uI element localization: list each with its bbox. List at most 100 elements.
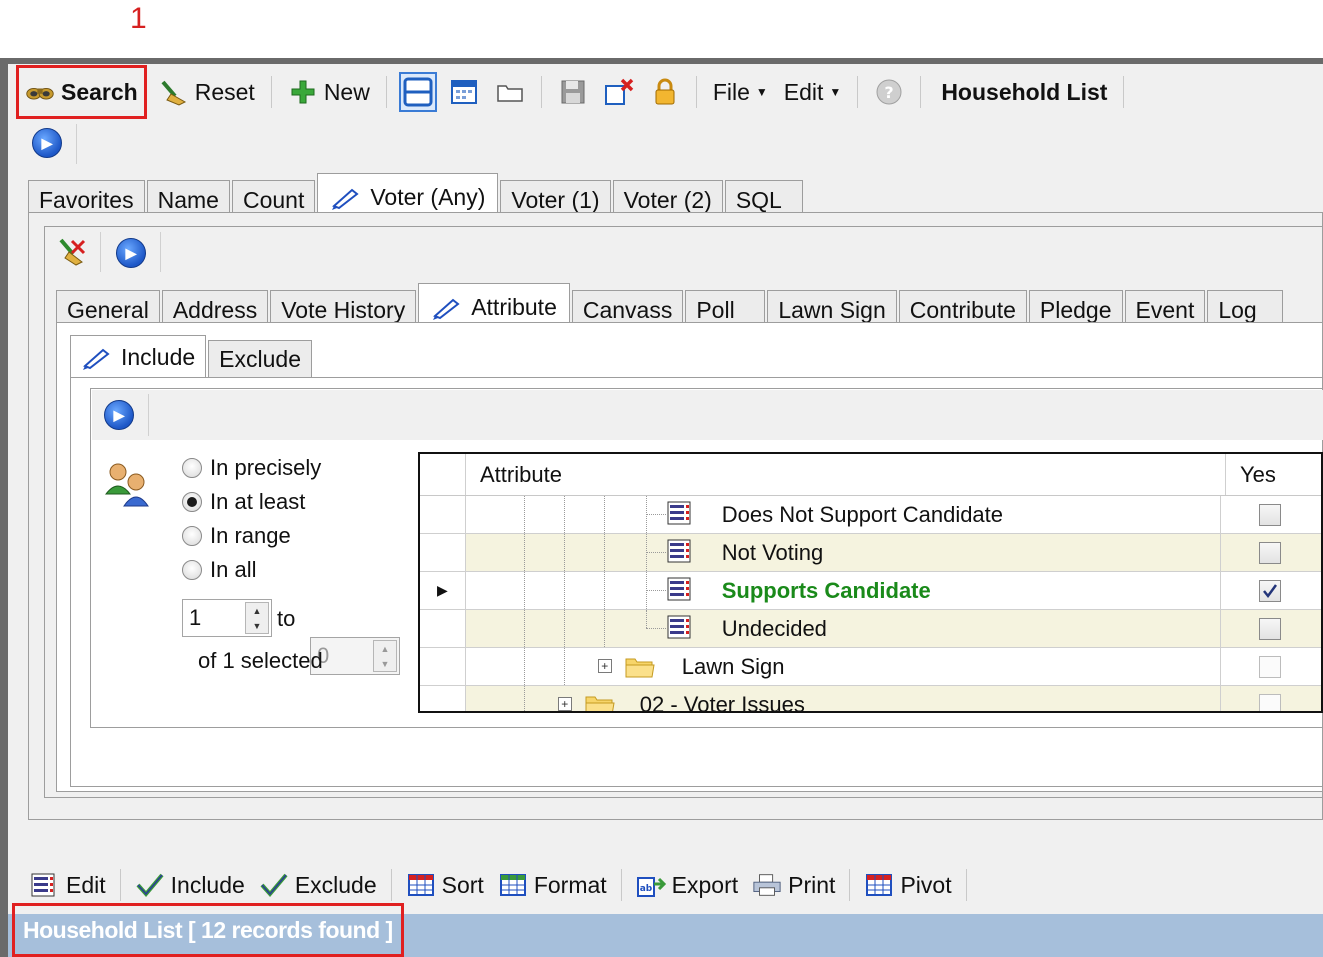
yes-checkbox[interactable] [1259,693,1282,711]
run-subquery-button[interactable]: ▶ [116,238,146,268]
radio-label: In at least [210,489,306,514]
radio-button[interactable] [182,526,202,546]
down-arrow-icon[interactable]: ▼ [246,618,268,633]
radio-button-selected[interactable] [182,492,202,512]
padlock-icon [650,77,680,107]
table-row[interactable]: + 02 - Voter Issues [420,686,1321,711]
format-button[interactable]: Format [494,865,611,905]
yes-checkbox[interactable] [1259,655,1282,678]
reset-button[interactable]: Reset [155,72,259,112]
row-selector[interactable] [420,610,466,647]
radio-in-all[interactable]: In all [182,553,321,587]
print-button[interactable]: Print [748,865,839,905]
radio-button[interactable] [182,458,202,478]
radio-in-precisely[interactable]: In precisely [182,451,321,485]
up-arrow-icon[interactable]: ▲ [374,641,396,656]
tab-label: Log [1218,297,1257,323]
tree-node[interactable]: + Lawn Sign [466,648,1222,685]
file-menu[interactable]: File ▼ [709,72,772,112]
row-selector[interactable] [420,496,466,533]
tab-label: Count [242,187,305,213]
tab-include[interactable]: Include [70,335,207,379]
row-selector[interactable] [420,534,466,571]
tab-exclude[interactable]: Exclude [208,340,312,378]
search-button[interactable]: Search [16,65,147,119]
tree-node[interactable]: Does Not Support Candidate [466,496,1222,533]
yes-cell[interactable] [1221,648,1321,685]
tree-node[interactable]: Not Voting [466,534,1222,571]
table-row[interactable]: Not Voting [420,534,1321,572]
tab-label: Attribute [471,294,557,320]
run-include-button[interactable]: ▶ [104,400,134,430]
edit-menu[interactable]: Edit ▼ [780,72,846,112]
yes-checkbox[interactable] [1259,541,1282,564]
toolbar-separator [849,869,851,901]
table-grid-icon [498,870,528,900]
tab-label: Include [121,344,196,370]
row-selector[interactable] [420,648,466,685]
yes-cell[interactable] [1221,496,1321,533]
tab-label: Canvass [582,297,673,323]
table-row[interactable]: ▶ Supports Candidate [420,572,1321,610]
yes-checkbox[interactable] [1259,617,1282,640]
tree-node[interactable]: Supports Candidate [466,572,1222,609]
sort-button[interactable]: Sort [402,865,488,905]
tab-label: Contribute [909,297,1016,323]
attribute-list-icon [666,613,696,647]
radio-in-at-least[interactable]: In at least [182,485,321,519]
yes-cell[interactable] [1221,610,1321,647]
tree-node[interactable]: Undecided [466,610,1222,647]
yes-cell[interactable] [1221,534,1321,571]
column-header-yes[interactable]: Yes [1226,454,1276,495]
range-from-stepper[interactable]: 1 ▲ ▼ [182,599,272,637]
yes-cell[interactable] [1221,572,1321,609]
yes-checkbox-checked[interactable] [1259,579,1282,602]
save-button[interactable] [554,72,592,112]
export-button[interactable]: ab Export [632,865,742,905]
table-row[interactable]: Does Not Support Candidate [420,496,1321,534]
toolbar-separator [965,869,967,901]
run-query-button[interactable]: ▶ [32,128,62,158]
yes-cell[interactable] [1221,686,1321,711]
new-button[interactable]: New [284,72,374,112]
print-label: Print [788,871,836,898]
search-label: Search [61,78,138,105]
down-arrow-icon[interactable]: ▼ [374,656,396,671]
layout-toggle-button[interactable] [398,72,437,112]
toolbar-separator [1123,76,1125,108]
tree-node[interactable]: + 02 - Voter Issues [466,686,1222,711]
table-row[interactable]: + Lawn Sign [420,648,1321,686]
row-selector[interactable]: ▶ [420,572,466,609]
yes-checkbox[interactable] [1259,503,1282,526]
exclude-results-button[interactable]: Exclude [255,865,381,905]
stepper-arrows[interactable]: ▲ ▼ [245,602,269,634]
stepper-arrows[interactable]: ▲ ▼ [373,640,397,672]
match-mode-group: In precisely In at least In range In all [182,451,321,587]
help-button[interactable]: ? [870,72,908,112]
range-to-stepper[interactable]: 0 ▲ ▼ [310,637,400,675]
edit-results-button[interactable]: Edit [26,865,110,905]
tab-label: Favorites [39,187,134,213]
radio-in-range[interactable]: In range [182,519,321,553]
play-next-icon: ▶ [104,400,134,430]
expand-plus-icon[interactable]: + [557,697,572,711]
pencil-icon [431,296,461,320]
tab-label: SQL [735,187,782,213]
folder-label: Lawn Sign [681,653,785,679]
open-folder-button[interactable] [491,72,529,112]
exclude-results-label: Exclude [294,871,377,898]
include-results-button[interactable]: Include [131,865,249,905]
radio-button[interactable] [182,560,202,580]
delete-button[interactable] [600,72,638,112]
clear-criteria-button[interactable] [58,237,88,273]
lock-button[interactable] [646,72,684,112]
column-header-attribute[interactable]: Attribute [466,454,1226,495]
attribute-label: Undecided [721,615,827,641]
pivot-button[interactable]: Pivot [860,865,955,905]
calendar-button[interactable] [445,72,483,112]
table-row[interactable]: Undecided [420,610,1321,648]
range-to-label: to [277,606,296,631]
row-selector[interactable] [420,686,466,711]
expand-plus-icon[interactable]: + [597,659,612,673]
up-arrow-icon[interactable]: ▲ [246,603,268,618]
